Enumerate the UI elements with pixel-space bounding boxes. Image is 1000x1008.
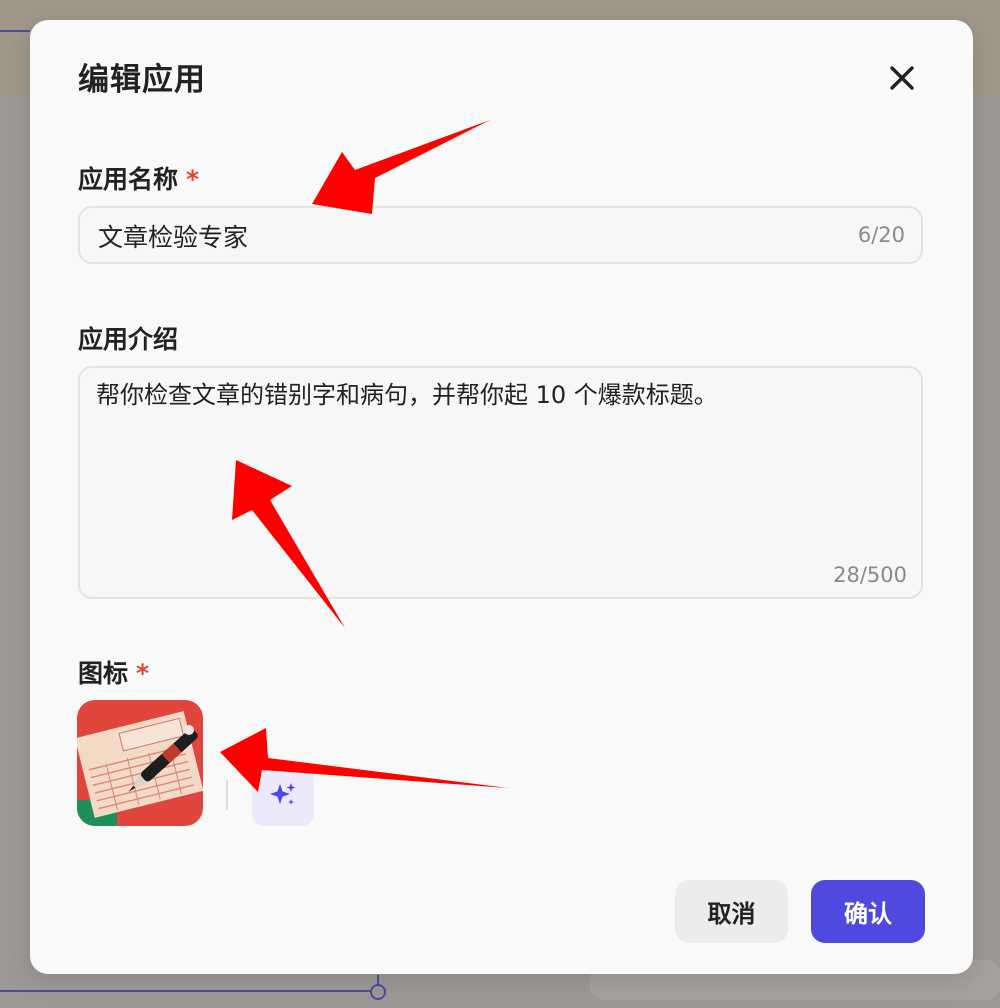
app-description-label-text: 应用介绍 xyxy=(78,325,179,354)
backdrop-connector-line xyxy=(0,990,380,992)
required-mark: * xyxy=(186,165,200,194)
app-icon-preview[interactable] xyxy=(77,700,203,826)
app-description-label: 应用介绍 xyxy=(78,320,178,356)
confirm-button[interactable]: 确认 xyxy=(811,880,925,943)
sparkle-icon xyxy=(270,783,296,805)
backdrop-connector-node xyxy=(370,984,386,1000)
app-description-field: 帮你检查文章的错别字和病句，并帮你起 10 个爆款标题。 28/500 xyxy=(78,366,923,599)
app-name-input[interactable] xyxy=(96,208,820,264)
article-pen-icon xyxy=(77,700,203,826)
app-icon-label-text: 图标 xyxy=(78,659,129,688)
app-name-label-text: 应用名称 xyxy=(78,165,179,194)
close-button[interactable] xyxy=(882,58,922,98)
app-name-field: 6/20 xyxy=(78,206,923,264)
icon-divider xyxy=(226,780,228,810)
close-icon xyxy=(890,66,914,90)
required-mark: * xyxy=(136,659,150,688)
app-name-char-counter: 6/20 xyxy=(857,223,905,247)
backdrop-connector-line xyxy=(0,30,30,32)
cancel-button[interactable]: 取消 xyxy=(675,880,788,943)
dialog-title: 编辑应用 xyxy=(78,62,206,98)
app-icon-label: 图标 * xyxy=(78,654,149,690)
edit-app-dialog: 编辑应用 应用名称* 6/20 应用介绍 帮你检查文章的错别字和病句，并帮你起 … xyxy=(30,20,973,974)
app-description-char-counter: 28/500 xyxy=(833,563,907,587)
app-description-textarea[interactable]: 帮你检查文章的错别字和病句，并帮你起 10 个爆款标题。 xyxy=(96,378,906,538)
app-name-label: 应用名称 * xyxy=(78,160,199,196)
ai-generate-icon-button[interactable] xyxy=(252,764,314,826)
